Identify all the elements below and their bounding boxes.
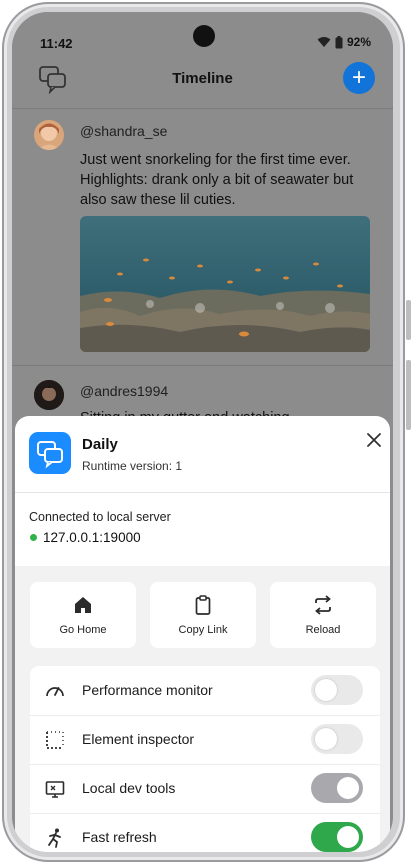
toggle-knob bbox=[315, 728, 337, 750]
toggle-knob bbox=[315, 679, 337, 701]
option-fast-refresh[interactable]: Fast refresh bbox=[30, 813, 380, 852]
go-home-label: Go Home bbox=[59, 624, 107, 636]
devtools-icon bbox=[45, 781, 65, 798]
post-text: Just went snorkeling for the first time … bbox=[80, 152, 354, 208]
sheet-divider bbox=[15, 492, 390, 493]
option-performance-monitor[interactable]: Performance monitor bbox=[30, 666, 380, 715]
running-icon bbox=[48, 828, 61, 848]
new-post-button[interactable]: + bbox=[343, 62, 375, 94]
toggle-knob bbox=[337, 826, 359, 848]
app-name: Daily bbox=[82, 436, 118, 453]
copy-link-label: Copy Link bbox=[178, 624, 228, 636]
avatar-photo bbox=[34, 380, 64, 410]
home-icon bbox=[75, 597, 91, 613]
power-button bbox=[406, 360, 411, 430]
app-icon bbox=[29, 432, 71, 474]
close-icon[interactable] bbox=[364, 430, 384, 450]
avatar[interactable] bbox=[34, 120, 64, 150]
post-divider bbox=[12, 365, 393, 366]
connection-label: Connected to local server bbox=[29, 510, 171, 524]
plus-icon: + bbox=[351, 64, 366, 91]
header-divider bbox=[12, 108, 393, 109]
page-title: Timeline bbox=[172, 70, 233, 87]
status-bar: 11:42 92% bbox=[12, 12, 393, 56]
inspector-icon bbox=[46, 731, 64, 749]
reef-photo bbox=[80, 216, 370, 352]
option-label: Local dev tools bbox=[82, 780, 176, 796]
connection-status-dot bbox=[30, 534, 37, 541]
avatar-photo bbox=[34, 120, 64, 150]
reload-label: Reload bbox=[305, 624, 341, 636]
post-handle[interactable]: @andres1994 bbox=[80, 383, 168, 399]
status-time: 11:42 bbox=[40, 36, 73, 51]
wifi-icon bbox=[317, 37, 331, 47]
go-home-button[interactable]: Go Home bbox=[30, 582, 136, 648]
element-inspector-toggle[interactable] bbox=[311, 724, 363, 754]
performance-monitor-toggle[interactable] bbox=[311, 675, 363, 705]
app-header: Timeline + bbox=[12, 56, 393, 108]
clipboard-icon bbox=[195, 595, 211, 615]
dev-menu-sheet: Daily Runtime version: 1 Connected to lo… bbox=[15, 416, 390, 852]
gauge-icon bbox=[46, 687, 64, 697]
front-camera bbox=[193, 25, 215, 47]
fast-refresh-toggle[interactable] bbox=[311, 822, 363, 852]
local-dev-tools-toggle[interactable] bbox=[311, 773, 363, 803]
phone-screen: 11:42 92% Timeline + @shandra_se Just we… bbox=[12, 12, 393, 852]
option-local-dev-tools[interactable]: Local dev tools bbox=[30, 764, 380, 813]
battery-percent: 92% bbox=[346, 35, 371, 49]
battery-icon bbox=[335, 35, 343, 48]
connection-address: 127.0.0.1:19000 bbox=[43, 530, 141, 545]
toggle-knob bbox=[337, 777, 359, 799]
runtime-version: Runtime version: 1 bbox=[82, 459, 183, 473]
copy-link-button[interactable]: Copy Link bbox=[150, 582, 256, 648]
option-element-inspector[interactable]: Element inspector bbox=[30, 715, 380, 764]
avatar[interactable] bbox=[34, 380, 64, 410]
dev-options-list: Performance monitor Element inspector Lo… bbox=[30, 666, 380, 852]
reload-icon bbox=[315, 595, 331, 615]
option-label: Element inspector bbox=[82, 731, 195, 747]
post-handle[interactable]: @shandra_se bbox=[80, 123, 167, 139]
reload-button[interactable]: Reload bbox=[270, 582, 376, 648]
post-photo[interactable] bbox=[80, 216, 370, 352]
option-label: Fast refresh bbox=[82, 829, 157, 845]
chat-bubbles-icon bbox=[37, 441, 63, 469]
volume-button bbox=[406, 300, 411, 340]
status-indicators: 92% bbox=[317, 35, 371, 49]
option-label: Performance monitor bbox=[82, 682, 213, 698]
